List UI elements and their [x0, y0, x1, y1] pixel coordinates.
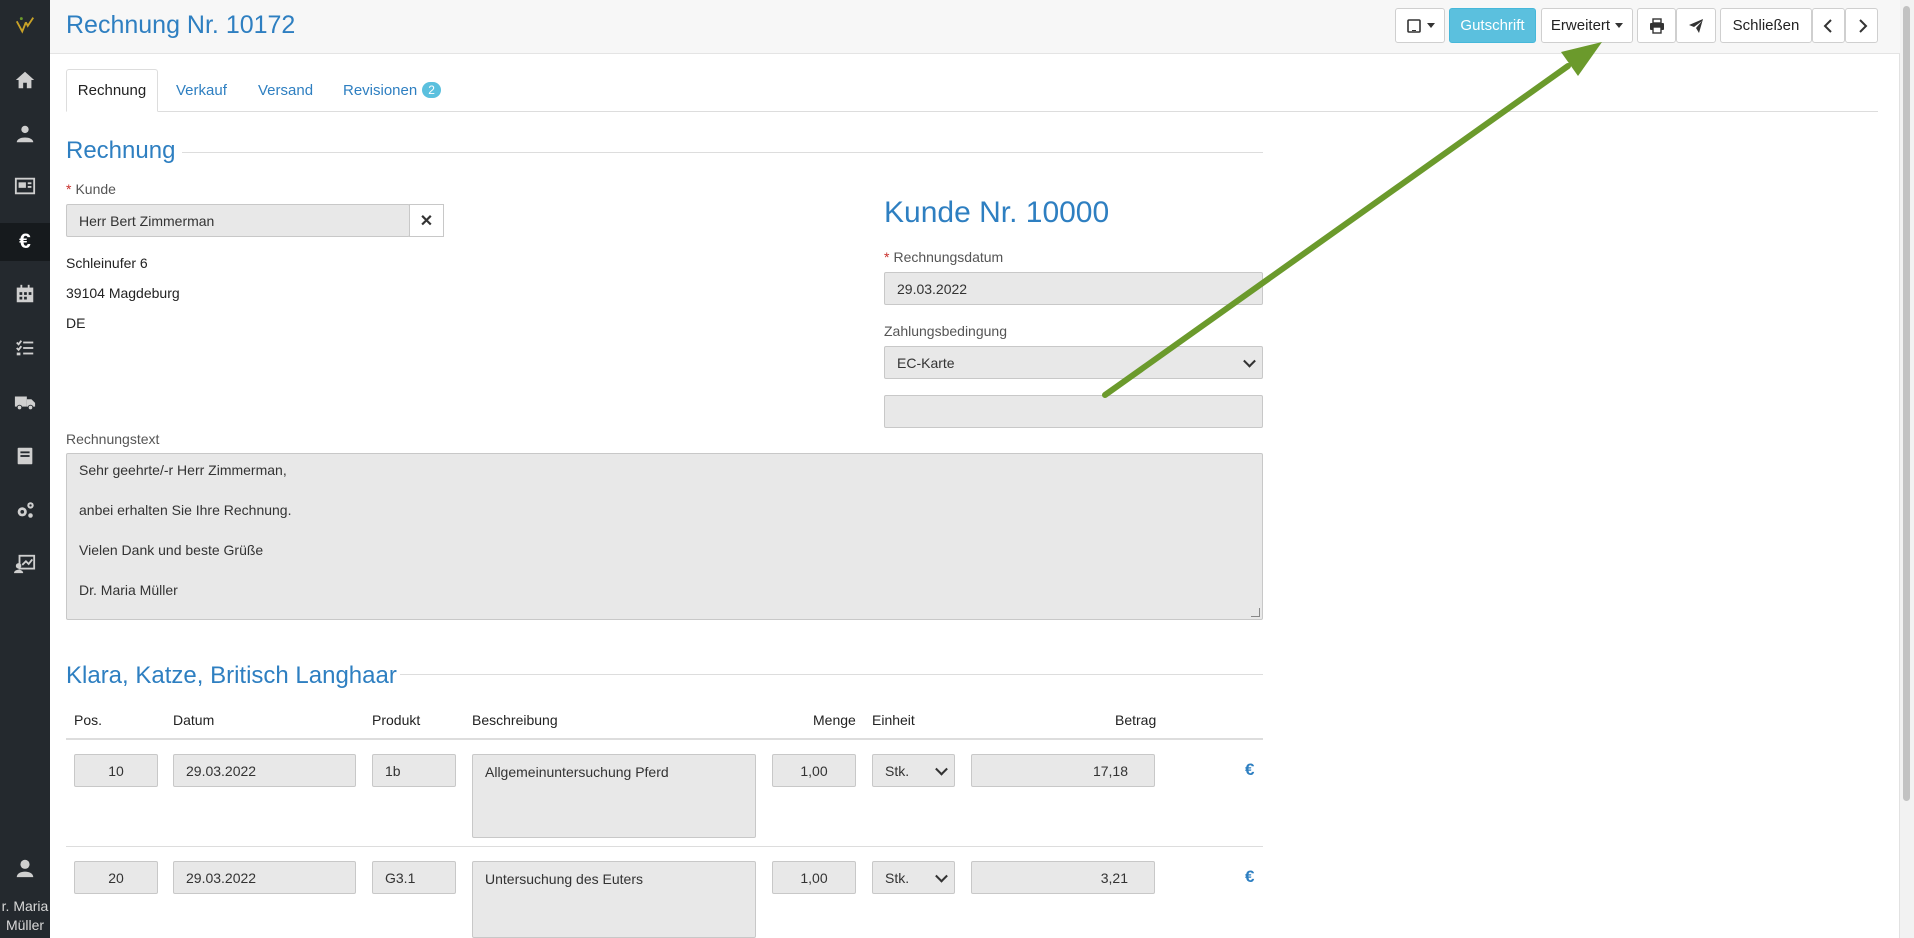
user-name-line2: Müller	[5, 917, 45, 933]
address-street: Schleinufer 6	[66, 255, 148, 271]
column-header-unit: Einheit	[872, 712, 915, 728]
chevron-right-icon	[1858, 18, 1867, 33]
clear-customer-button[interactable]: ✕	[409, 204, 444, 237]
invoice-text-label: Rechnungstext	[66, 431, 160, 447]
table-row-divider	[66, 846, 1263, 847]
chevron-down-icon	[1426, 23, 1435, 28]
user-avatar-icon[interactable]	[0, 851, 50, 885]
invoice-text-line: Vielen Dank und beste Grüße	[79, 542, 264, 558]
book-icon[interactable]	[0, 439, 50, 473]
row-quantity-field[interactable]: 1,00	[772, 754, 856, 787]
page-scrollbar[interactable]	[1899, 0, 1914, 938]
payment-terms-label: Zahlungsbedingung	[884, 323, 1007, 339]
revisions-count-badge: 2	[422, 82, 441, 98]
payment-terms-select[interactable]: EC-Karte	[884, 346, 1263, 379]
payment-terms-extra-field[interactable]	[884, 395, 1263, 428]
settings-gears-icon[interactable]	[0, 493, 50, 527]
chevron-down-icon	[1615, 23, 1624, 28]
tab-verkauf[interactable]: Verkauf	[176, 69, 227, 111]
column-header-product: Produkt	[372, 712, 421, 728]
column-header-quantity: Menge	[813, 712, 856, 728]
invoice-text-area[interactable]: Sehr geehrte/-r Herr Zimmerman, anbei er…	[66, 453, 1263, 620]
invoice-text-line: anbei erhalten Sie Ihre Rechnung.	[79, 502, 292, 518]
row-amount-field[interactable]: 17,18	[971, 754, 1155, 787]
row-date-field[interactable]: 29.03.2022	[173, 754, 356, 787]
row-pos-field[interactable]: 10	[74, 754, 158, 787]
page-title: Rechnung Nr. 10172	[66, 11, 296, 39]
row-description-field[interactable]: Untersuchung des Euters	[472, 861, 756, 938]
section-title-invoice: Rechnung	[66, 137, 176, 164]
section-divider	[400, 674, 1263, 675]
user-name[interactable]: r. Maria Müller	[0, 897, 50, 935]
tablet-icon	[1406, 18, 1421, 33]
resize-handle[interactable]	[1251, 608, 1260, 617]
tab-revisionen-label: Revisionen	[343, 81, 418, 99]
section-title-patient: Klara, Katze, Britisch Langhaar	[66, 662, 397, 689]
customer-number-title: Kunde Nr. 10000	[884, 196, 1110, 229]
chevron-down-icon	[1243, 354, 1256, 368]
tab-bar: Rechnung Verkauf Versand Revisionen 2	[66, 69, 1878, 112]
close-icon: ✕	[419, 212, 434, 230]
customer-field[interactable]: Herr Bert Zimmerman	[66, 204, 410, 237]
column-header-pos: Pos.	[74, 712, 103, 728]
tab-revisionen[interactable]: Revisionen 2	[343, 69, 441, 111]
home-icon[interactable]	[0, 63, 50, 97]
row-unit-value: Stk.	[885, 869, 910, 886]
currency-euro-icon[interactable]: €	[1245, 760, 1254, 780]
invoice-text-line: Sehr geehrte/-r Herr Zimmerman,	[79, 462, 287, 478]
table-header-divider	[66, 738, 1263, 740]
advanced-dropdown-button[interactable]: Erweitert	[1541, 8, 1633, 43]
print-button[interactable]	[1637, 8, 1676, 43]
customer-label: * Kunde	[66, 181, 116, 197]
previous-button[interactable]	[1812, 8, 1845, 43]
paper-plane-icon	[1689, 18, 1703, 33]
invoice-date-field[interactable]: 29.03.2022	[884, 272, 1263, 305]
row-unit-select[interactable]: Stk.	[872, 861, 955, 894]
scrollbar-thumb[interactable]	[1903, 6, 1910, 801]
row-unit-value: Stk.	[885, 762, 910, 779]
row-product-field[interactable]: 1b	[372, 754, 456, 787]
send-button[interactable]	[1676, 8, 1716, 43]
user-name-line1: r. Maria	[1, 898, 49, 914]
shipping-truck-icon[interactable]	[0, 385, 50, 419]
row-date-field[interactable]: 29.03.2022	[173, 861, 356, 894]
device-view-dropdown[interactable]	[1395, 8, 1445, 43]
row-unit-select[interactable]: Stk.	[872, 754, 955, 787]
column-header-date: Datum	[173, 712, 215, 728]
row-quantity-field[interactable]: 1,00	[772, 861, 856, 894]
close-button[interactable]: Schließen	[1720, 8, 1812, 43]
tasks-icon[interactable]	[0, 331, 50, 365]
calendar-icon[interactable]	[0, 277, 50, 311]
print-icon	[1649, 17, 1664, 34]
address-city: 39104 Magdeburg	[66, 285, 180, 301]
tab-rechnung[interactable]: Rechnung	[66, 69, 158, 112]
customer-label-text: Kunde	[75, 181, 116, 197]
reports-icon[interactable]	[0, 547, 50, 581]
column-header-amount: Betrag	[1115, 712, 1157, 728]
section-divider	[182, 152, 1263, 153]
chevron-down-icon	[935, 762, 948, 776]
row-pos-field[interactable]: 20	[74, 861, 158, 894]
media-icon[interactable]	[0, 169, 50, 203]
customers-icon[interactable]	[0, 117, 50, 151]
currency-euro-icon[interactable]: €	[1245, 867, 1254, 887]
row-description-field[interactable]: Allgemeinuntersuchung Pferd	[472, 754, 756, 838]
credit-note-button[interactable]: Gutschrift	[1449, 8, 1536, 43]
tab-versand[interactable]: Versand	[258, 69, 313, 111]
column-header-description: Beschreibung	[472, 712, 558, 728]
chevron-down-icon	[935, 869, 948, 883]
invoice-date-label-text: Rechnungsdatum	[893, 249, 1004, 265]
advanced-label: Erweitert	[1550, 17, 1611, 34]
invoice-text-line: Dr. Maria Müller	[79, 582, 178, 598]
payment-terms-value: EC-Karte	[897, 354, 955, 371]
invoice-date-label: * Rechnungsdatum	[884, 249, 1004, 265]
row-amount-field[interactable]: 3,21	[971, 861, 1155, 894]
row-product-field[interactable]: G3.1	[372, 861, 456, 894]
address-country: DE	[66, 315, 86, 331]
logo-icon[interactable]	[0, 8, 50, 42]
sidebar: € r. Maria Müller	[0, 0, 50, 938]
chevron-left-icon	[1823, 18, 1832, 33]
next-button[interactable]	[1845, 8, 1878, 43]
invoice-euro-icon[interactable]: €	[0, 223, 50, 261]
